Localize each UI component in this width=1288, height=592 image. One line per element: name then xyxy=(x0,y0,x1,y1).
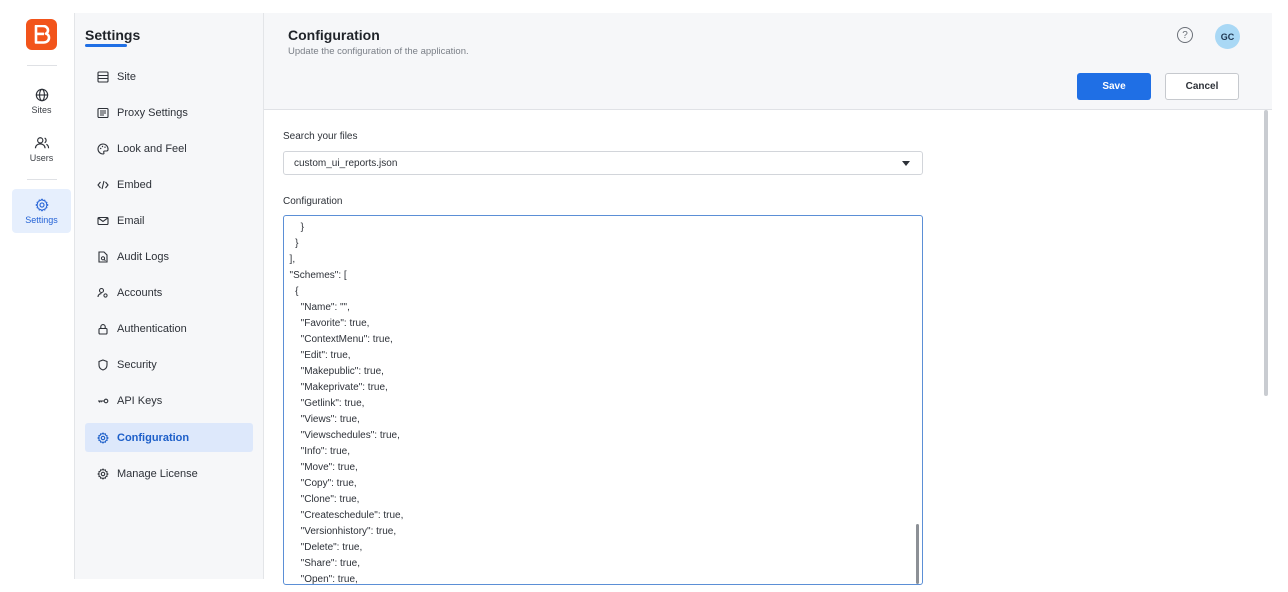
sidebar-item-configuration[interactable]: Configuration xyxy=(85,423,253,452)
page-scrollbar[interactable] xyxy=(1264,110,1268,396)
sidebar-item-api-keys[interactable]: API Keys xyxy=(85,386,253,415)
rail-item-settings[interactable]: Settings xyxy=(12,189,71,233)
globe-icon xyxy=(35,88,48,101)
help-icon[interactable]: ? xyxy=(1177,27,1193,43)
code-line: "Copy": true, xyxy=(284,478,357,489)
rail-label: Users xyxy=(29,152,54,163)
file-select-value: custom_ui_reports.json xyxy=(294,157,398,169)
sidebar-item-label: Site xyxy=(117,70,136,83)
app-rail: Sites Users Settings xyxy=(0,13,75,579)
license-icon xyxy=(97,467,109,480)
rail-divider xyxy=(27,179,57,180)
code-line: { xyxy=(284,286,299,297)
sidebar-title: Settings xyxy=(85,27,141,43)
sidebar-item-label: API Keys xyxy=(117,394,163,407)
code-line: "Edit": true, xyxy=(284,350,351,361)
proxy-icon xyxy=(97,107,109,118)
code-line: "Open": true, xyxy=(284,574,358,585)
code-line: } xyxy=(284,238,299,249)
accounts-icon xyxy=(97,287,108,298)
users-icon xyxy=(34,136,49,148)
configuration-code: } } ], "Schemes": [ { "Name": "", "Favor… xyxy=(284,220,404,585)
code-line: "Favorite": true, xyxy=(284,318,370,329)
code-line: "Move": true, xyxy=(284,462,358,473)
sidebar-item-label: Authentication xyxy=(117,322,187,335)
brand-logo-icon xyxy=(34,24,50,44)
settings-sidebar: Settings Site Proxy Settings Look and Fe… xyxy=(75,13,264,579)
page-title: Configuration xyxy=(288,27,380,43)
site-icon xyxy=(97,70,109,83)
code-line: "Viewschedules": true, xyxy=(284,430,400,441)
palette-icon xyxy=(97,142,109,155)
code-line: "Views": true, xyxy=(284,414,360,425)
page-subtitle: Update the configuration of the applicat… xyxy=(288,46,469,57)
code-line: "Createschedule": true, xyxy=(284,510,404,521)
save-button[interactable]: Save xyxy=(1077,73,1151,100)
sidebar-item-look-and-feel[interactable]: Look and Feel xyxy=(85,134,253,163)
sidebar-item-label: Manage License xyxy=(117,467,198,480)
sidebar-item-label: Accounts xyxy=(117,286,163,299)
code-line: "Clone": true, xyxy=(284,494,360,505)
sidebar-item-audit-logs[interactable]: Audit Logs xyxy=(85,242,253,271)
page-header: Configuration Update the configuration o… xyxy=(264,13,1272,110)
code-line: ], xyxy=(284,254,296,265)
sidebar-item-manage-license[interactable]: Manage License xyxy=(85,459,253,488)
main-content: Configuration Update the configuration o… xyxy=(264,13,1272,585)
sidebar-item-label: Email xyxy=(117,214,145,227)
code-line: "Makepublic": true, xyxy=(284,366,384,377)
sidebar-item-label: Look and Feel xyxy=(117,142,187,155)
configuration-label: Configuration xyxy=(283,196,343,207)
sidebar-item-accounts[interactable]: Accounts xyxy=(85,278,253,307)
editor-scrollbar[interactable] xyxy=(916,524,919,584)
search-files-label: Search your files xyxy=(283,131,358,142)
mail-icon xyxy=(97,216,109,225)
sidebar-title-underline xyxy=(85,44,127,47)
code-line: } xyxy=(284,222,305,233)
code-line: "Delete": true, xyxy=(284,542,363,553)
code-line: "Getlink": true, xyxy=(284,398,365,409)
key-icon xyxy=(98,398,109,403)
sidebar-item-site[interactable]: Site xyxy=(85,62,253,91)
code-line: "Name": "", xyxy=(284,302,350,313)
code-line: "ContextMenu": true, xyxy=(284,334,393,345)
file-select[interactable]: custom_ui_reports.json xyxy=(283,151,923,175)
code-line: "Share": true, xyxy=(284,558,361,569)
gear-icon xyxy=(35,198,48,211)
sidebar-item-proxy-settings[interactable]: Proxy Settings xyxy=(85,98,253,127)
sidebar-item-label: Proxy Settings xyxy=(117,106,188,119)
cancel-button[interactable]: Cancel xyxy=(1165,73,1239,100)
sidebar-item-email[interactable]: Email xyxy=(85,206,253,235)
lock-icon xyxy=(98,323,108,335)
sidebar-item-label: Configuration xyxy=(117,431,190,444)
sidebar-item-security[interactable]: Security xyxy=(85,350,253,379)
code-line: "Info": true, xyxy=(284,446,351,457)
sidebar-item-embed[interactable]: Embed xyxy=(85,170,253,199)
chevron-down-icon xyxy=(902,161,910,166)
rail-divider xyxy=(27,65,57,66)
avatar[interactable]: GC xyxy=(1215,24,1240,49)
gear-icon xyxy=(97,431,109,444)
sidebar-item-label: Audit Logs xyxy=(117,250,169,263)
sidebar-item-label: Embed xyxy=(117,178,152,191)
rail-label: Sites xyxy=(31,104,52,115)
app-logo[interactable] xyxy=(26,19,57,50)
sidebar-item-authentication[interactable]: Authentication xyxy=(85,314,253,343)
code-line: "Schemes": [ xyxy=(284,270,347,281)
configuration-editor[interactable]: } } ], "Schemes": [ { "Name": "", "Favor… xyxy=(283,215,923,585)
rail-item-sites[interactable]: Sites xyxy=(12,79,71,123)
audit-icon xyxy=(98,250,108,263)
rail-item-users[interactable]: Users xyxy=(12,127,71,171)
shield-icon xyxy=(98,358,108,371)
sidebar-item-label: Security xyxy=(117,358,157,371)
code-line: "Versionhistory": true, xyxy=(284,526,397,537)
rail-label: Settings xyxy=(25,214,58,225)
code-icon xyxy=(97,180,109,189)
code-line: "Makeprivate": true, xyxy=(284,382,388,393)
